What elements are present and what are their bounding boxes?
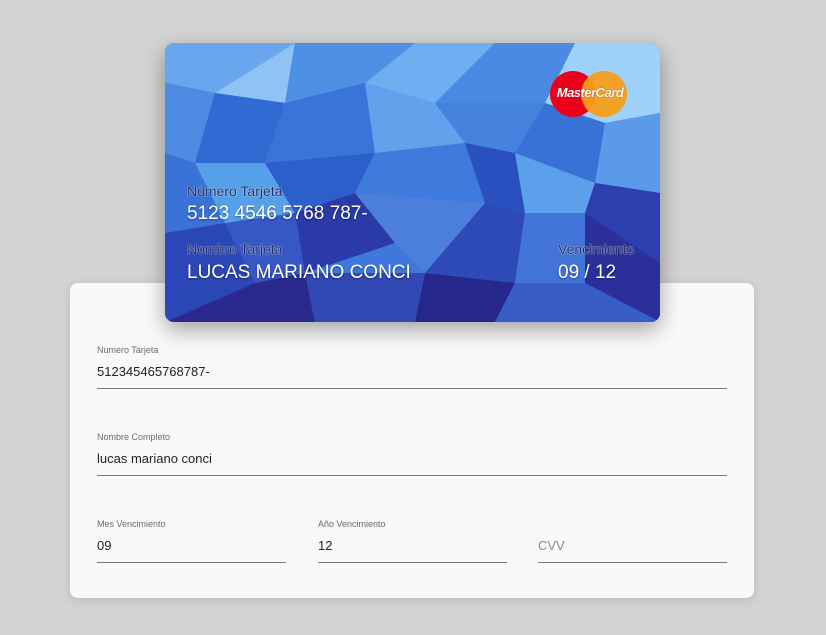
card-number-caption: Número Tarjeta xyxy=(187,183,283,199)
full-name-label: Nombre Completo xyxy=(97,432,171,442)
mastercard-logo: MasterCard xyxy=(550,71,630,119)
card-number-label: Numero Tarjeta xyxy=(97,345,159,355)
credit-card-preview: MasterCard Número Tarjeta 5123 4546 5768… xyxy=(165,43,660,322)
card-form-panel: Numero Tarjeta Nombre Completo Mes Venci… xyxy=(70,283,754,598)
card-number-field: Numero Tarjeta xyxy=(97,345,727,389)
cvv-input[interactable] xyxy=(538,535,727,555)
full-name-field: Nombre Completo xyxy=(97,432,727,476)
exp-year-label: Año Vencimiento xyxy=(318,519,386,529)
exp-month-input[interactable] xyxy=(97,535,286,555)
card-expiry-caption: Vencimiento xyxy=(558,241,635,257)
card-name-display: LUCAS MARIANO CONCI xyxy=(187,262,411,283)
exp-year-input[interactable] xyxy=(318,535,507,555)
full-name-input[interactable] xyxy=(97,448,727,468)
mastercard-wordmark: MasterCard xyxy=(556,85,624,100)
card-number-display: 5123 4546 5768 787- xyxy=(187,203,368,224)
cvv-field xyxy=(538,519,727,563)
exp-month-label: Mes Vencimiento xyxy=(97,519,166,529)
exp-month-field: Mes Vencimiento xyxy=(97,519,286,563)
card-expiry-display: 09 / 12 xyxy=(558,262,617,283)
exp-year-field: Año Vencimiento xyxy=(318,519,507,563)
card-name-caption: Nombre Tarjeta xyxy=(187,241,283,257)
card-number-input[interactable] xyxy=(97,361,727,381)
